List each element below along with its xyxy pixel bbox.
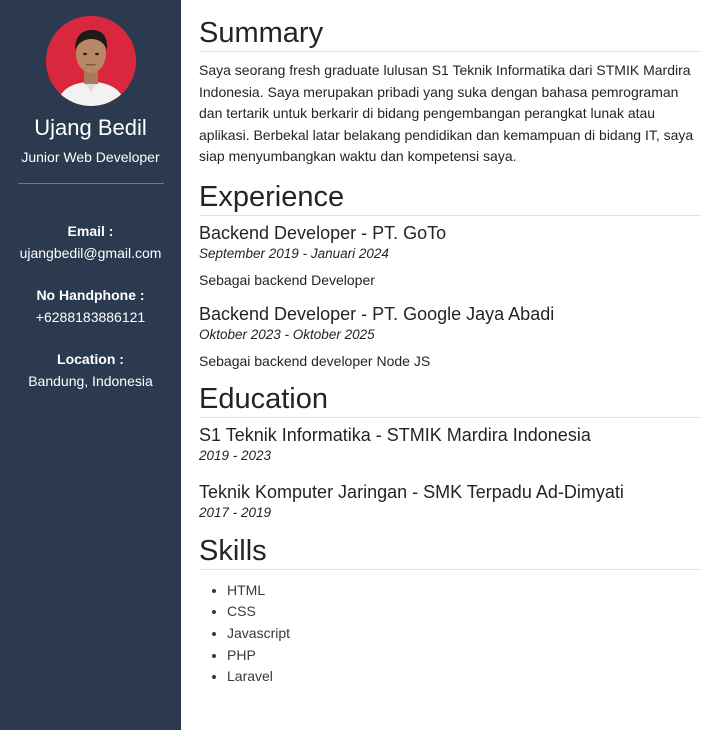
- main-content: Summary Saya seorang fresh graduate lulu…: [181, 0, 715, 730]
- contact-location: Location : Bandung, Indonesia: [0, 350, 181, 390]
- experience-item: Backend Developer - PT. Google Jaya Abad…: [199, 303, 701, 370]
- summary-heading: Summary: [199, 16, 701, 52]
- skill-item: CSS: [227, 601, 701, 623]
- sidebar: Ujang Bedil Junior Web Developer Email :…: [0, 0, 181, 730]
- avatar: [45, 16, 136, 106]
- contact-email: Email : ujangbedil@gmail.com: [0, 222, 181, 262]
- education-item: Teknik Komputer Jaringan - SMK Terpadu A…: [199, 481, 701, 522]
- experience-period: Oktober 2023 - Oktober 2025: [199, 326, 375, 342]
- experience-period: September 2019 - Januari 2024: [199, 245, 389, 261]
- education-heading: Education: [199, 382, 701, 418]
- profile-photo: [45, 16, 136, 106]
- education-degree: Teknik Komputer Jaringan - SMK Terpadu A…: [199, 481, 624, 502]
- summary-section: Summary Saya seorang fresh graduate lulu…: [199, 16, 701, 168]
- experience-role: Backend Developer - PT. GoTo: [199, 222, 447, 243]
- education-period: 2019 - 2023: [199, 447, 272, 463]
- contact-phone-label: No Handphone :: [36, 287, 145, 303]
- contact-location-value: Bandung, Indonesia: [28, 373, 153, 389]
- education-item: S1 Teknik Informatika - STMIK Mardira In…: [199, 424, 701, 465]
- contact-location-label: Location :: [57, 351, 124, 367]
- education-degree: S1 Teknik Informatika - STMIK Mardira In…: [199, 424, 591, 445]
- experience-description: Sebagai backend developer Node JS: [199, 352, 431, 369]
- skill-item: PHP: [227, 645, 701, 667]
- contact-info: Email : ujangbedil@gmail.com No Handphon…: [0, 222, 181, 390]
- experience-section: Experience Backend Developer - PT. GoTo …: [199, 180, 701, 370]
- skills-list: HTML CSS Javascript PHP Laravel: [199, 580, 701, 689]
- experience-item: Backend Developer - PT. GoTo September 2…: [199, 222, 701, 289]
- skills-heading: Skills: [199, 534, 701, 570]
- contact-email-label: Email :: [67, 223, 114, 239]
- experience-description: Sebagai backend Developer: [199, 271, 375, 288]
- skill-item: Javascript: [227, 623, 701, 645]
- contact-email-value: ujangbedil@gmail.com: [19, 245, 162, 261]
- contact-phone: No Handphone : +6288183886121: [0, 286, 181, 326]
- sidebar-divider: [17, 183, 164, 184]
- experience-role: Backend Developer - PT. Google Jaya Abad…: [199, 303, 555, 324]
- profile-name: Ujang Bedil: [34, 115, 147, 140]
- skills-section: Skills HTML CSS Javascript PHP Laravel: [199, 534, 701, 689]
- skill-item: HTML: [227, 580, 701, 602]
- skill-item: Laravel: [227, 666, 701, 688]
- education-period: 2017 - 2019: [199, 504, 272, 520]
- summary-text: Saya seorang fresh graduate lulusan S1 T…: [199, 62, 694, 164]
- experience-heading: Experience: [199, 180, 701, 216]
- cv-page: Ujang Bedil Junior Web Developer Email :…: [0, 0, 715, 730]
- profile-job-title: Junior Web Developer: [21, 149, 160, 165]
- contact-phone-value: +6288183886121: [35, 309, 146, 325]
- education-section: Education S1 Teknik Informatika - STMIK …: [199, 382, 701, 522]
